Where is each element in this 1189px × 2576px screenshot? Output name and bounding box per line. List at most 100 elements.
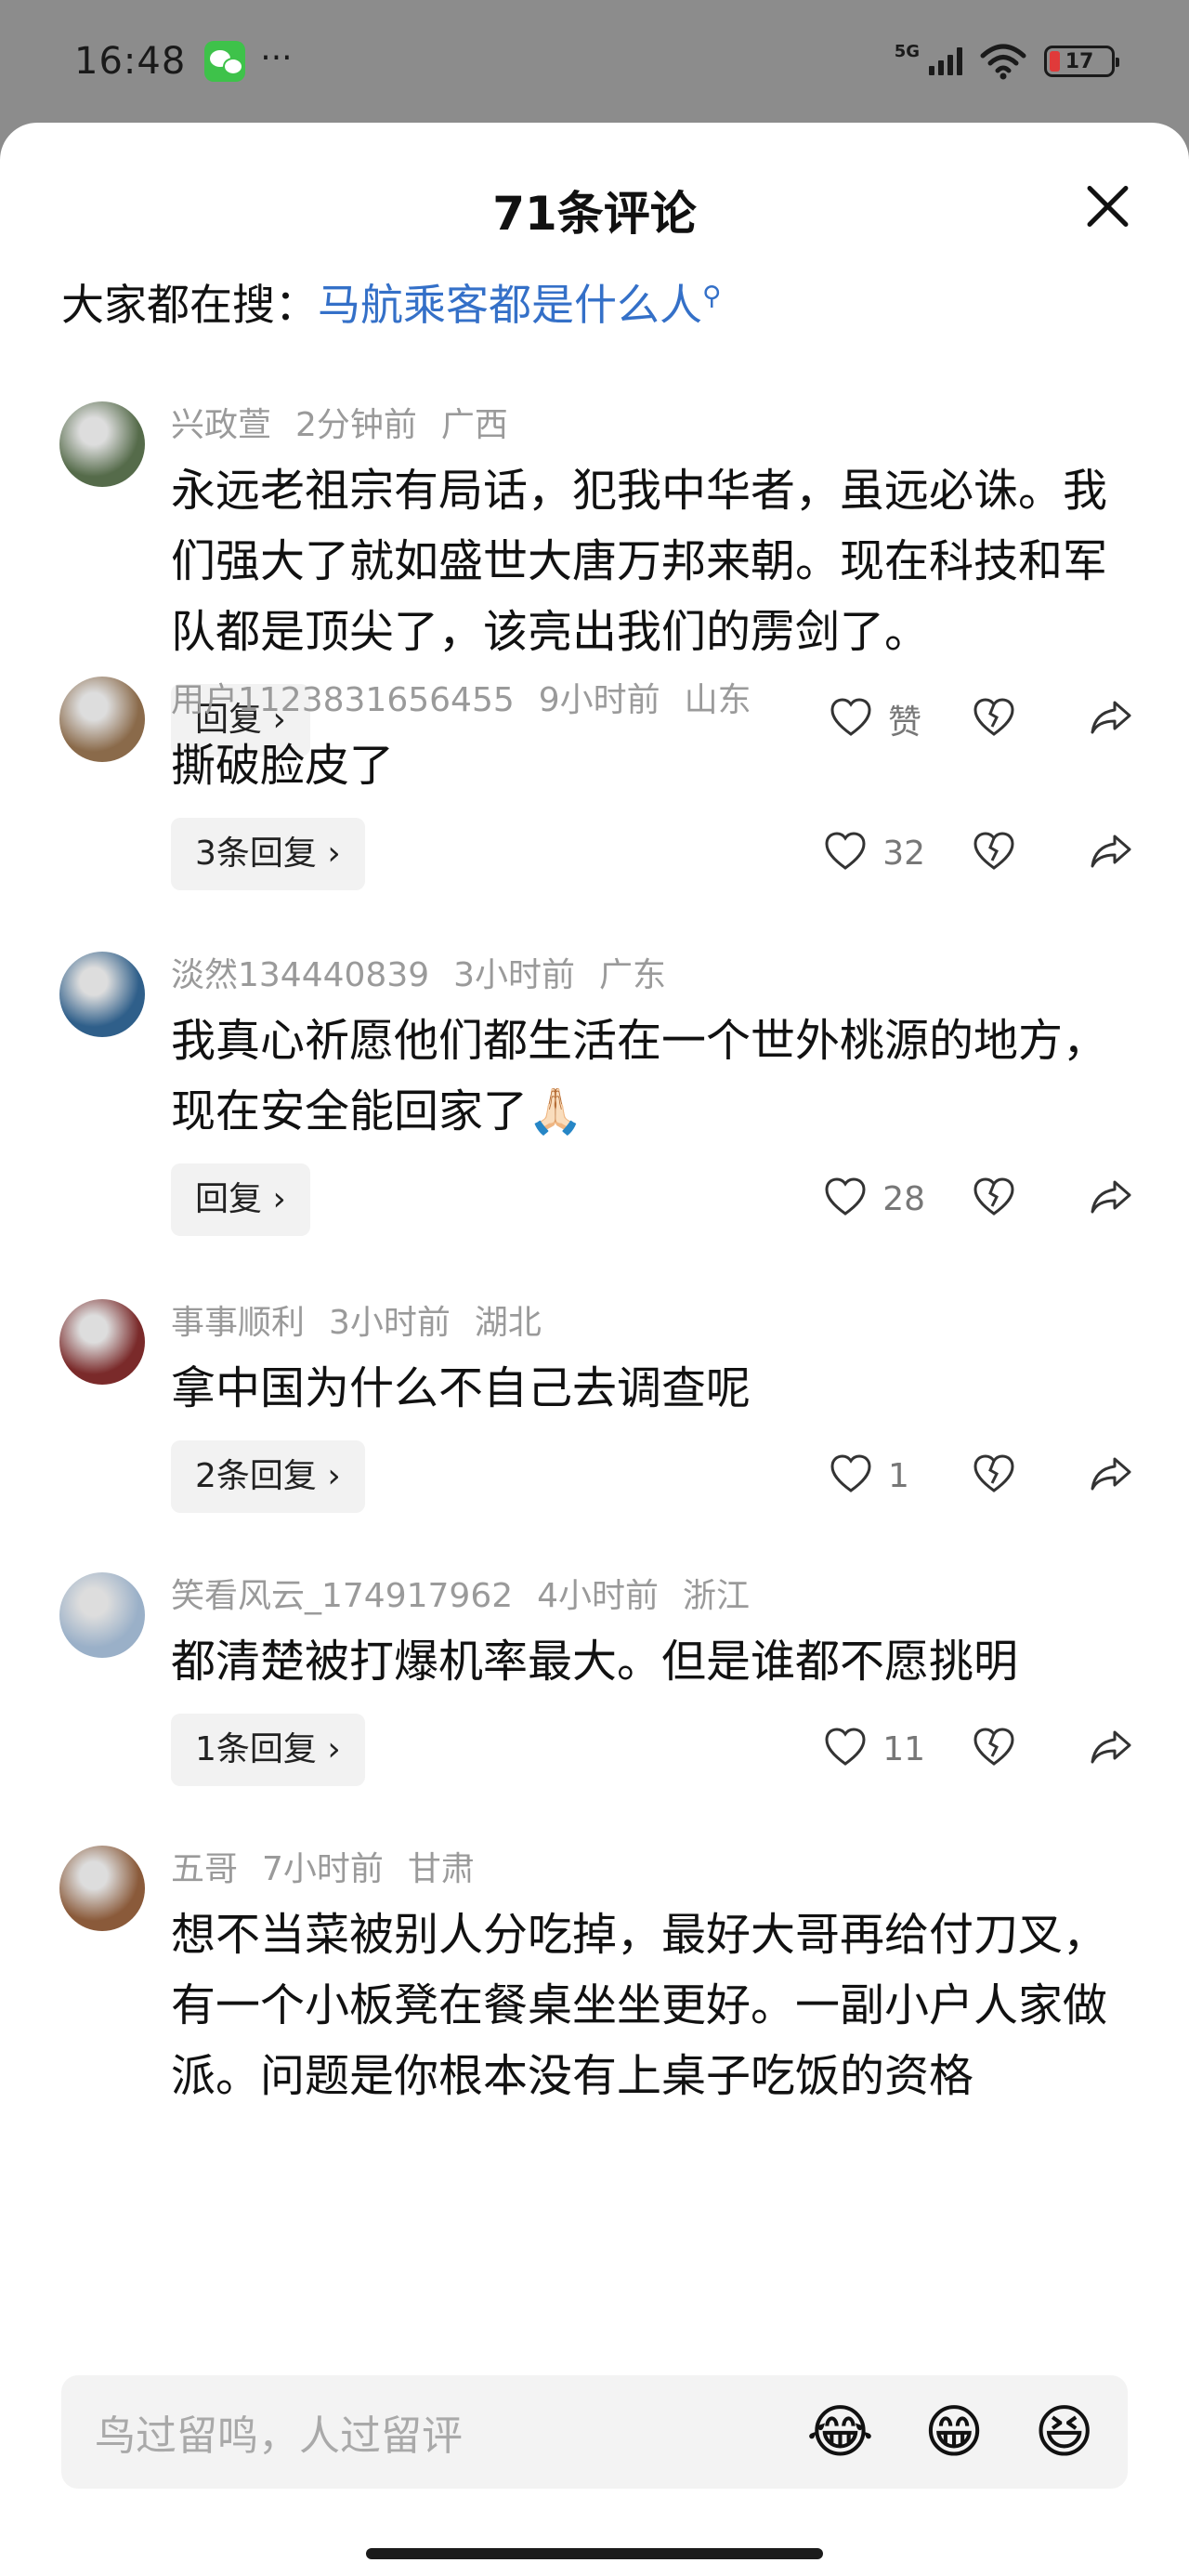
network-type: 5G	[894, 41, 920, 61]
emoji-laugh-cry-button[interactable]: 😂	[806, 2403, 873, 2461]
status-indicators: 5G 17	[894, 41, 1119, 80]
like-button[interactable]: 11	[823, 1725, 925, 1773]
comment-region: 甘肃	[407, 1850, 475, 1888]
avatar[interactable]	[59, 677, 145, 762]
like-count: 1	[888, 1456, 909, 1495]
broken-heart-icon	[972, 1177, 1016, 1223]
share-button[interactable]	[1089, 1175, 1133, 1223]
comment-list: 兴政萱 2分钟前 广西永远老祖宗有局话，犯我中华者，虽远必诛。我们强大了就如盛世大唐…	[0, 401, 1189, 2362]
comment-input-bar[interactable]: 鸟过留鸣，人过留评 😂 😁 😆	[61, 2375, 1128, 2489]
comment-username[interactable]: 兴政萱	[171, 406, 271, 444]
reply-button[interactable]: 1条回复 ›	[171, 1714, 365, 1786]
comment-meta: 淡然134440839 3小时前 广东	[171, 952, 1133, 1000]
signal-icon	[929, 47, 962, 75]
comment-time: 3小时前	[329, 1304, 451, 1342]
battery-level: 17	[1065, 49, 1094, 73]
share-button[interactable]	[1089, 829, 1133, 877]
comment-text[interactable]: 拿中国为什么不自己去调查呢	[171, 1353, 1133, 1424]
comment-text[interactable]: 永远老祖宗有局话，犯我中华者，虽远必诛。我们强大了就如盛世大唐万邦来朝。现在科技…	[171, 455, 1133, 667]
like-button[interactable]: 28	[823, 1175, 925, 1223]
comment-region: 湖北	[474, 1304, 542, 1342]
comment-time: 3小时前	[453, 956, 576, 994]
home-indicator[interactable]	[366, 2548, 823, 2559]
dislike-button[interactable]	[972, 829, 1016, 877]
avatar[interactable]	[59, 401, 145, 487]
like-count: 28	[882, 1179, 925, 1218]
emoji-grin-button[interactable]: 😁	[924, 2403, 985, 2461]
dislike-button[interactable]	[972, 1175, 1016, 1223]
battery-icon: 17	[1044, 46, 1119, 77]
share-icon	[1089, 1457, 1133, 1500]
close-button[interactable]	[1083, 182, 1131, 230]
heart-icon	[823, 829, 868, 877]
comment-actions: 1条回复 › 11	[171, 1714, 1133, 1786]
comment-actions: 3条回复 › 32	[171, 818, 1133, 890]
like-count: 32	[882, 834, 925, 873]
dislike-button[interactable]	[972, 1452, 1016, 1500]
status-bar: 16:48 ··· 5G 17	[0, 0, 1189, 123]
comment-input[interactable]: 鸟过留鸣，人过留评	[95, 2402, 756, 2462]
comment-meta: 兴政萱 2分钟前 广西	[171, 401, 1133, 450]
comment-username[interactable]: 五哥	[171, 1850, 238, 1888]
dislike-button[interactable]	[972, 1725, 1016, 1773]
comment-sheet: 71条评论 大家都在搜：马航乘客都是什么人⚲ 兴政萱 2分钟前 广西永远老祖宗有局话…	[0, 123, 1189, 2576]
share-icon	[1089, 1730, 1133, 1773]
search-icon[interactable]: ⚲	[702, 281, 722, 311]
comment-region: 山东	[684, 681, 751, 719]
avatar[interactable]	[59, 1299, 145, 1385]
comment-time: 7小时前	[262, 1850, 384, 1888]
comment-item[interactable]: 五哥 7小时前 甘肃想不当菜被别人分吃掉，最好大哥再给付刀叉，有一个小板凳在餐桌坐坐…	[0, 1846, 1189, 2111]
broken-heart-icon	[972, 832, 1016, 877]
share-icon	[1089, 835, 1133, 877]
comment-text[interactable]: 我真心祈愿他们都生活在一个世外桃源的地方，现在安全能回家了🙏🏻	[171, 1005, 1133, 1147]
comment-item[interactable]: 用户1123831656455 9小时前 山东撕破脸皮了 3条回复 › 32	[0, 677, 1189, 890]
comment-username[interactable]: 事事顺利	[171, 1304, 305, 1342]
comment-meta: 五哥 7小时前 甘肃	[171, 1846, 1133, 1894]
share-icon	[1089, 1180, 1133, 1223]
comment-username[interactable]: 淡然134440839	[171, 956, 429, 994]
emoji-laugh-button[interactable]: 😆	[1034, 2403, 1094, 2461]
like-count: 11	[882, 1729, 925, 1768]
comment-text[interactable]: 撕破脸皮了	[171, 730, 1133, 801]
avatar[interactable]	[59, 952, 145, 1037]
reply-button[interactable]: 2条回复 ›	[171, 1440, 365, 1513]
hot-search-label: 大家都在搜：	[61, 280, 318, 330]
more-notifications-icon: ···	[260, 38, 293, 77]
hot-search-link[interactable]: 马航乘客都是什么人	[318, 280, 702, 330]
reply-button[interactable]: 3条回复 ›	[171, 818, 365, 890]
sheet-header: 71条评论	[0, 123, 1189, 290]
comment-meta: 事事顺利 3小时前 湖北	[171, 1299, 1133, 1347]
comment-meta: 笑看风云_174917962 4小时前 浙江	[171, 1572, 1133, 1621]
comment-region: 广东	[599, 956, 667, 994]
comment-item[interactable]: 淡然134440839 3小时前 广东我真心祈愿他们都生活在一个世外桃源的地方，现在…	[0, 952, 1189, 1236]
comment-text[interactable]: 都清楚被打爆机率最大。但是谁都不愿挑明	[171, 1626, 1133, 1697]
like-button[interactable]: 1	[829, 1452, 925, 1500]
share-button[interactable]	[1089, 1725, 1133, 1773]
avatar[interactable]	[59, 1846, 145, 1931]
heart-icon	[823, 1175, 868, 1223]
comment-username[interactable]: 用户1123831656455	[171, 681, 515, 719]
hot-search-bar: 大家都在搜：马航乘客都是什么人⚲	[61, 271, 722, 333]
comment-item[interactable]: 事事顺利 3小时前 湖北拿中国为什么不自己去调查呢 2条回复 › 1	[0, 1299, 1189, 1513]
comment-count-title: 71条评论	[492, 187, 697, 241]
avatar[interactable]	[59, 1572, 145, 1658]
comment-item[interactable]: 笑看风云_174917962 4小时前 浙江都清楚被打爆机率最大。但是谁都不愿挑明 1…	[0, 1572, 1189, 1786]
broken-heart-icon	[972, 1454, 1016, 1500]
wechat-icon	[204, 41, 246, 82]
comment-meta: 用户1123831656455 9小时前 山东	[171, 677, 1133, 725]
heart-icon	[823, 1725, 868, 1773]
comment-time: 9小时前	[538, 681, 660, 719]
comment-region: 广西	[440, 406, 508, 444]
wifi-icon	[980, 44, 1026, 80]
heart-icon	[829, 1452, 873, 1500]
comment-time: 2分钟前	[295, 406, 417, 444]
comment-username[interactable]: 笑看风云_174917962	[171, 1577, 513, 1615]
comment-text[interactable]: 想不当菜被别人分吃掉，最好大哥再给付刀叉，有一个小板凳在餐桌坐坐更好。一副小户人…	[171, 1899, 1133, 2111]
status-time: 16:48	[74, 40, 187, 83]
share-button[interactable]	[1089, 1452, 1133, 1500]
comment-time: 4小时前	[537, 1577, 660, 1615]
like-button[interactable]: 32	[823, 829, 925, 877]
comment-actions: 回复 › 28	[171, 1163, 1133, 1236]
comment-region: 浙江	[683, 1577, 751, 1615]
reply-button[interactable]: 回复 ›	[171, 1163, 310, 1236]
